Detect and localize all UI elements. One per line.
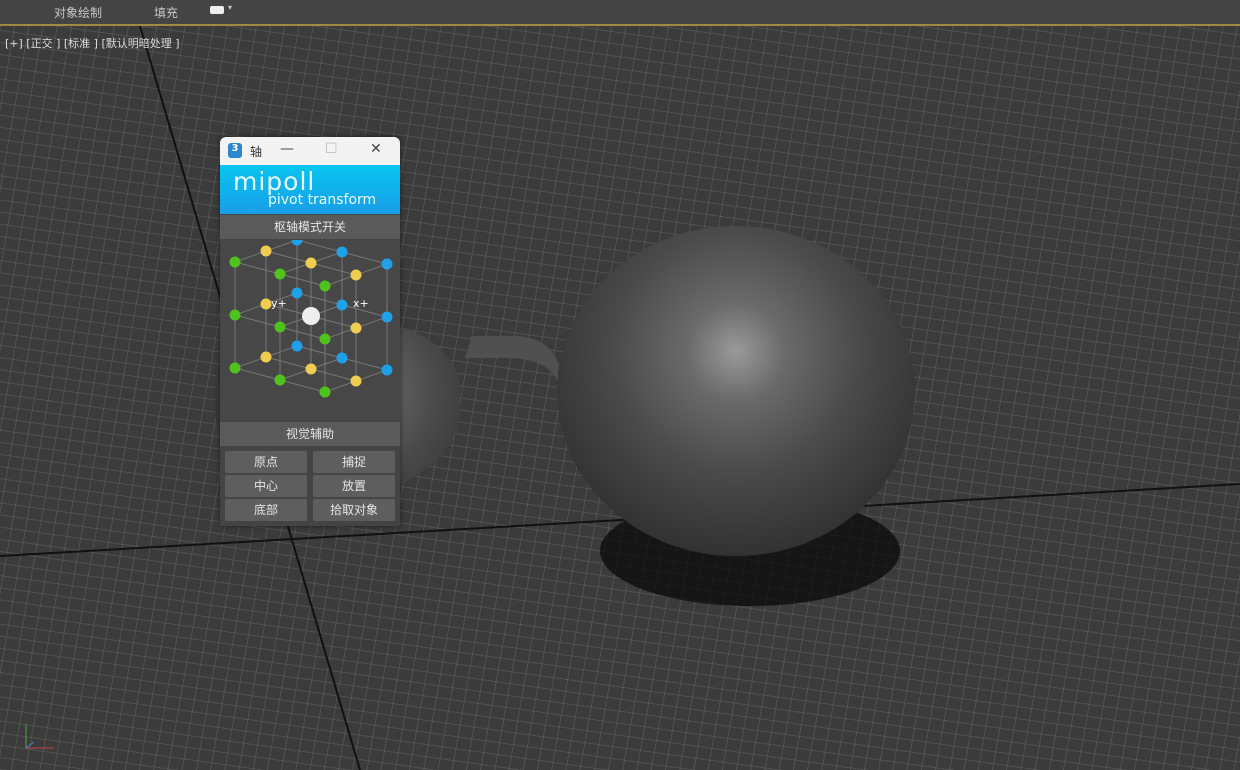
- axis-gizmo-icon: [25, 724, 54, 749]
- chevron-down-icon[interactable]: ▾: [228, 3, 232, 12]
- dialog-titlebar[interactable]: 3 轴 — ☐ ✕: [220, 137, 400, 165]
- pivot-point[interactable]: [291, 240, 303, 246]
- pivot-point[interactable]: [381, 258, 393, 270]
- pivot-point[interactable]: [305, 257, 317, 269]
- pivot-point[interactable]: [229, 309, 241, 321]
- pick-object-button[interactable]: 拾取对象: [313, 499, 395, 521]
- pivot-point[interactable]: [350, 375, 362, 387]
- minimize-button[interactable]: —: [280, 141, 294, 157]
- pivot-transform-dialog: 3 轴 — ☐ ✕ mipoll pivot transform 枢轴模式开关 …: [220, 137, 400, 526]
- pivot-point[interactable]: [336, 299, 348, 311]
- pivot-point[interactable]: [350, 269, 362, 281]
- pivot-point[interactable]: [319, 333, 331, 345]
- dropdown-icon[interactable]: [210, 6, 224, 14]
- visual-aid-header[interactable]: 视觉辅助: [220, 422, 400, 446]
- pivot-point[interactable]: [381, 364, 393, 376]
- sphere-object[interactable]: [557, 226, 915, 556]
- x-axis-label: x+: [353, 297, 369, 310]
- place-button[interactable]: 放置: [313, 475, 395, 497]
- logo-subtext: pivot transform: [268, 192, 377, 208]
- menu-bar: 对象绘制 填充 ▾: [0, 0, 1240, 24]
- pivot-point[interactable]: [350, 322, 362, 334]
- pivot-point[interactable]: [274, 268, 286, 280]
- menu-fill[interactable]: 填充: [154, 4, 178, 21]
- pivot-mode-toggle-button[interactable]: 枢轴模式开关: [220, 215, 400, 239]
- menu-object-paint[interactable]: 对象绘制: [54, 4, 102, 21]
- snap-button[interactable]: 捕捉: [313, 451, 395, 473]
- bottom-button[interactable]: 底部: [225, 499, 307, 521]
- pivot-point[interactable]: [229, 256, 241, 268]
- pivot-point[interactable]: [260, 298, 272, 310]
- logo-banner: mipoll pivot transform: [220, 165, 400, 214]
- app-icon: 3: [228, 143, 242, 158]
- maximize-button[interactable]: ☐: [325, 141, 338, 157]
- viewport-label[interactable]: [+] [正交 ] [标准 ] [默认明暗处理 ]: [5, 35, 180, 51]
- pivot-point[interactable]: [336, 352, 348, 364]
- pivot-point[interactable]: [260, 245, 272, 257]
- pivot-point[interactable]: [291, 287, 303, 299]
- pivot-point[interactable]: [381, 311, 393, 323]
- pivot-point[interactable]: [336, 246, 348, 258]
- close-button[interactable]: ✕: [370, 141, 382, 157]
- origin-button[interactable]: 原点: [225, 451, 307, 473]
- pivot-point[interactable]: [291, 340, 303, 352]
- center-button[interactable]: 中心: [225, 475, 307, 497]
- dialog-title: 轴: [250, 145, 263, 159]
- viewport[interactable]: [+] [正交 ] [标准 ] [默认明暗处理 ]: [0, 24, 1240, 770]
- pivot-point[interactable]: [319, 280, 331, 292]
- y-axis-label: y+: [271, 297, 287, 310]
- pivot-point[interactable]: [305, 363, 317, 375]
- pivot-point[interactable]: [229, 362, 241, 374]
- pivot-point[interactable]: [319, 386, 331, 398]
- pivot-cube[interactable]: y+ x+: [220, 240, 400, 421]
- pivot-point[interactable]: [274, 374, 286, 386]
- pivot-point[interactable]: [260, 351, 272, 363]
- pivot-point[interactable]: [274, 321, 286, 333]
- pivot-center-point[interactable]: [302, 307, 320, 325]
